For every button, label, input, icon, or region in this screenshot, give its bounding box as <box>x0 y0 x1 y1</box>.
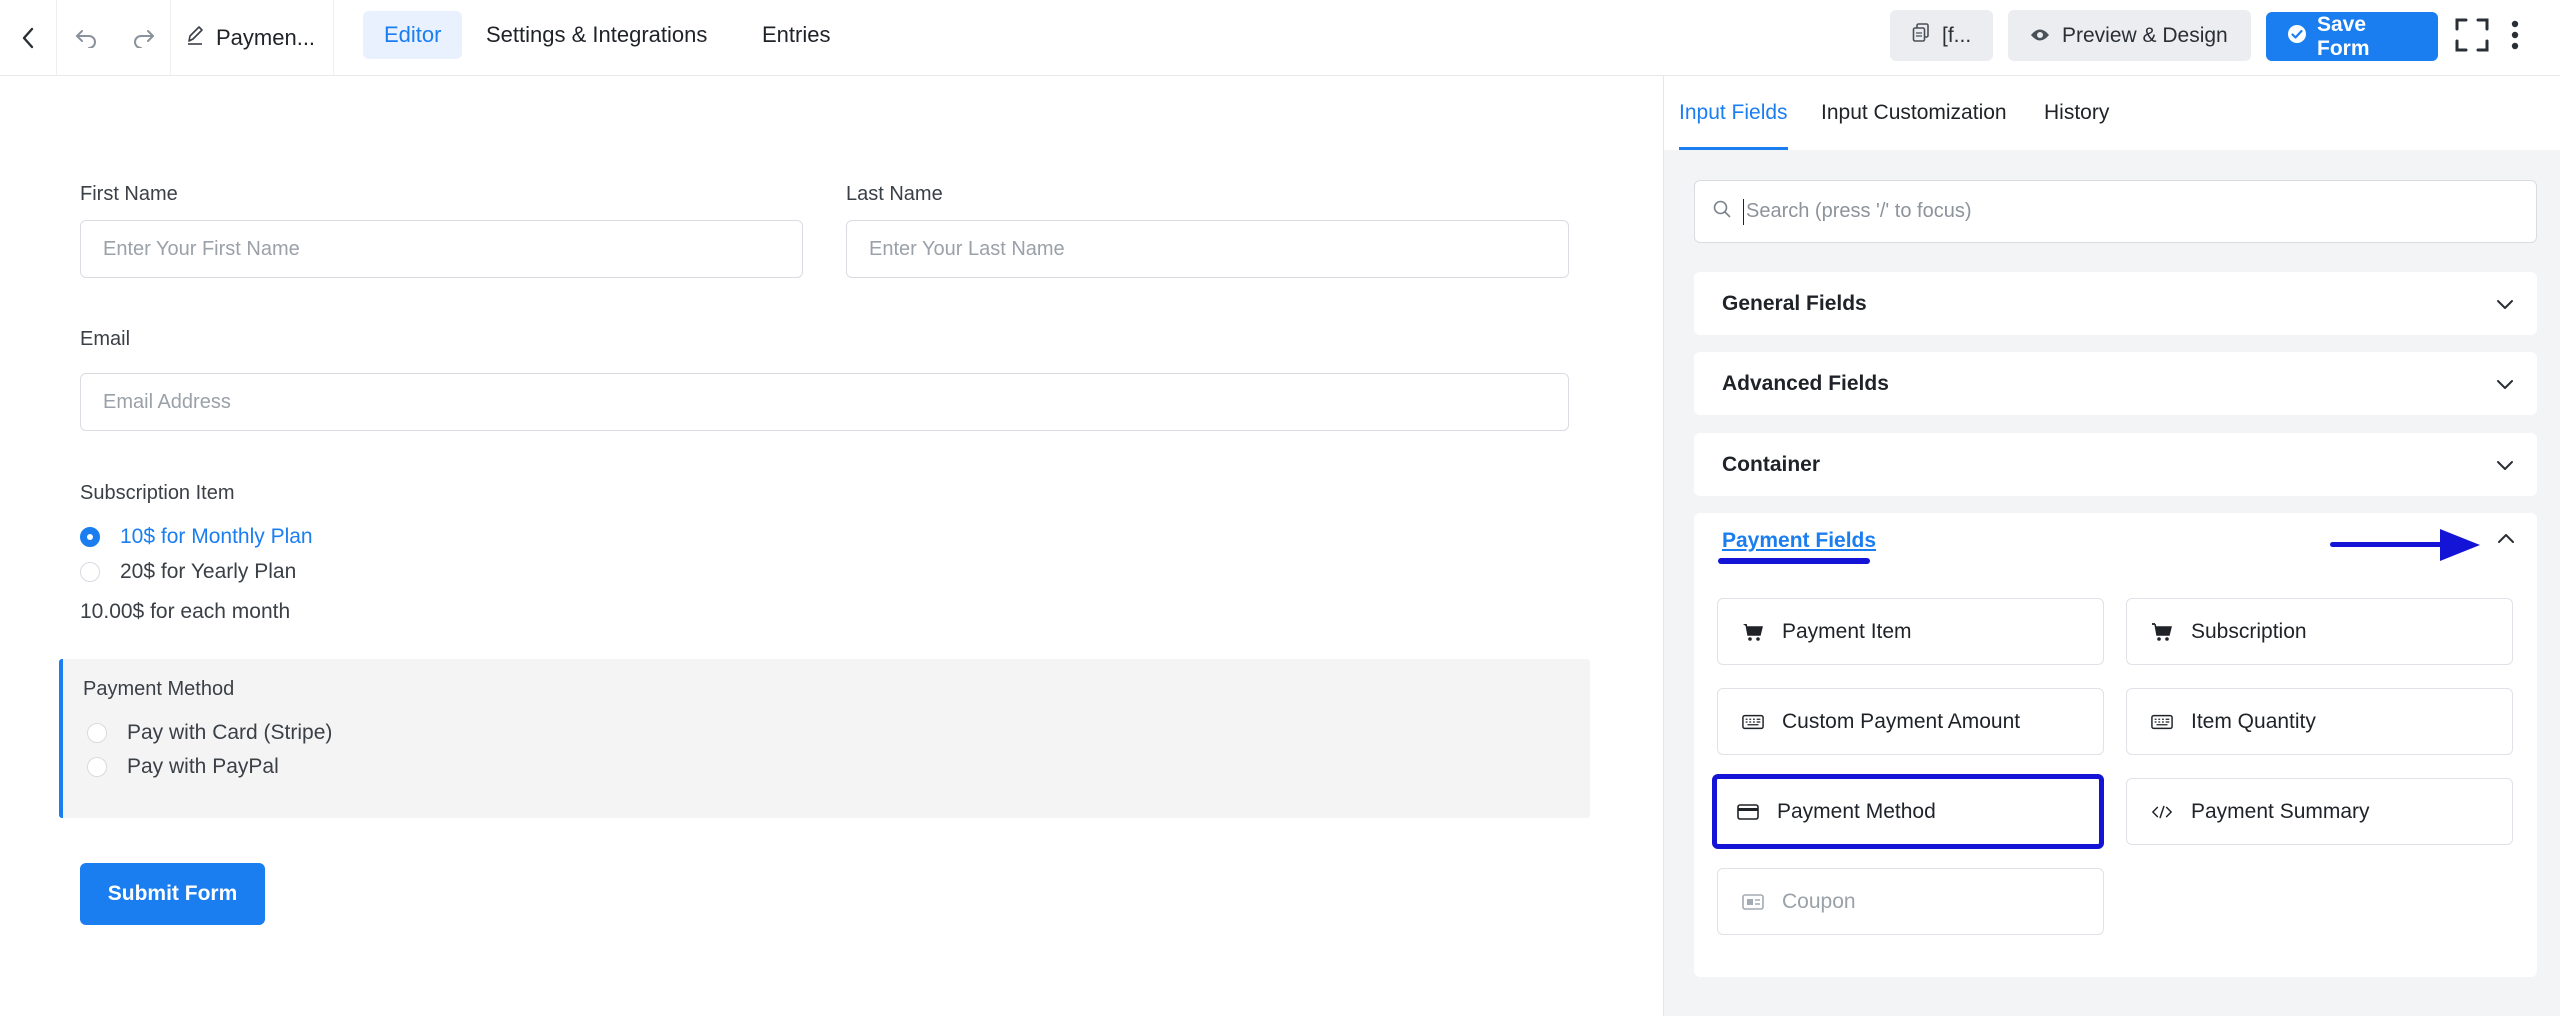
annotation-underline <box>1718 558 1870 564</box>
save-label: Save Form <box>2317 12 2370 60</box>
divider <box>170 0 171 75</box>
tab-input-fields[interactable]: Input Fields <box>1679 76 1788 150</box>
field-subscription[interactable]: Subscription <box>2126 598 2513 665</box>
more-options-button[interactable] <box>2500 0 2530 75</box>
eye-icon <box>2030 24 2050 48</box>
tab-editor[interactable]: Editor <box>363 11 463 59</box>
email-label: Email <box>80 328 131 350</box>
chevron-down-icon <box>2496 292 2514 316</box>
subscription-option-yearly[interactable]: 20$ for Yearly Plan <box>80 560 296 584</box>
chevron-down-icon <box>2496 372 2514 396</box>
search-icon <box>1713 200 1731 224</box>
tab-entries[interactable]: Entries <box>741 11 851 59</box>
submit-form-button[interactable]: Submit Form <box>80 863 265 925</box>
option-label: 10$ for Monthly Plan <box>120 525 313 548</box>
panel-tabs: Input Fields Input Customization History <box>1664 76 2560 150</box>
option-label: Pay with Card (Stripe) <box>127 721 333 744</box>
chevron-down-icon <box>2496 453 2514 477</box>
section-label: Advanced Fields <box>1722 371 1889 395</box>
cart-icon <box>1742 621 1764 643</box>
chevron-up-icon[interactable] <box>2497 531 2515 549</box>
save-form-button[interactable]: Save Form <box>2266 12 2438 61</box>
section-label: General Fields <box>1722 291 1867 315</box>
field-payment-method[interactable]: Payment Method <box>1712 774 2104 849</box>
tab-history[interactable]: History <box>2044 76 2109 150</box>
credit-card-icon <box>1737 801 1759 823</box>
section-payment-fields: Payment Fields Payment Item Subscription… <box>1694 513 2537 977</box>
subscription-summary: 10.00$ for each month <box>80 600 291 623</box>
field-coupon[interactable]: Coupon <box>1717 868 2104 935</box>
copy-icon <box>1912 22 1930 49</box>
shortcode-label: [f... <box>1942 23 1972 47</box>
form-title[interactable]: Paymen... <box>186 0 315 75</box>
field-custom-payment-amount[interactable]: Custom Payment Amount <box>1717 688 2104 755</box>
field-label: Item Quantity <box>2191 709 2316 733</box>
annotation-arrow-shaft <box>2330 542 2448 547</box>
divider <box>56 0 57 75</box>
top-bar: Paymen... Editor Settings & Integrations… <box>0 0 2560 76</box>
field-label: Coupon <box>1782 889 1856 913</box>
payment-method-label: Payment Method <box>83 678 235 700</box>
check-circle-icon <box>2287 24 2307 50</box>
payment-option-stripe[interactable]: Pay with Card (Stripe) <box>87 721 332 745</box>
chevron-left-icon <box>21 27 35 49</box>
fields-panel: Input Fields Input Customization History… <box>1663 76 2560 1016</box>
field-label: Subscription <box>2191 619 2307 643</box>
payment-option-paypal[interactable]: Pay with PayPal <box>87 755 279 779</box>
redo-button[interactable] <box>120 0 168 75</box>
more-vertical-icon <box>2511 20 2519 55</box>
option-label: 20$ for Yearly Plan <box>120 560 297 583</box>
radio-unselected[interactable] <box>87 757 107 777</box>
cart-icon <box>2151 621 2173 643</box>
radio-unselected[interactable] <box>87 723 107 743</box>
field-search-input[interactable]: Search (press '/' to focus) <box>1694 180 2537 243</box>
fullscreen-button[interactable] <box>2452 0 2492 75</box>
keyboard-icon <box>2151 711 2173 733</box>
search-placeholder: Search (press '/' to focus) <box>1746 200 1972 222</box>
subscription-option-monthly[interactable]: 10$ for Monthly Plan <box>80 525 313 549</box>
first-name-label: First Name <box>80 183 178 205</box>
code-icon <box>2151 801 2173 823</box>
tab-settings-integrations[interactable]: Settings & Integrations <box>465 11 728 59</box>
field-label: Custom Payment Amount <box>1782 709 2021 733</box>
field-item-quantity[interactable]: Item Quantity <box>2126 688 2513 755</box>
redo-icon <box>132 28 156 48</box>
email-input[interactable]: Email Address <box>80 373 1569 431</box>
field-label: Payment Item <box>1782 619 1912 643</box>
edit-pencil-icon <box>186 25 204 51</box>
field-payment-item[interactable]: Payment Item <box>1717 598 2104 665</box>
fullscreen-icon <box>2455 18 2489 57</box>
preview-label: Preview & Design <box>2062 23 2228 47</box>
section-advanced-fields[interactable]: Advanced Fields <box>1694 352 2537 415</box>
section-container[interactable]: Container <box>1694 433 2537 496</box>
first-name-input[interactable]: Enter Your First Name <box>80 220 803 278</box>
option-label: Pay with PayPal <box>127 755 279 778</box>
section-general-fields[interactable]: General Fields <box>1694 272 2537 335</box>
last-name-label: Last Name <box>846 183 943 205</box>
preview-design-button[interactable]: Preview & Design <box>2008 10 2251 61</box>
coupon-icon <box>1742 891 1764 913</box>
field-label: Payment Method <box>1777 799 1936 823</box>
form-title-text: Paymen... <box>216 24 316 50</box>
field-label: Payment Summary <box>2191 799 2370 823</box>
radio-selected[interactable] <box>80 527 100 547</box>
last-name-input[interactable]: Enter Your Last Name <box>846 220 1569 278</box>
annotation-arrow-icon <box>2440 529 2480 561</box>
subscription-item-label: Subscription Item <box>80 482 235 504</box>
divider <box>333 0 334 75</box>
payment-fields-header[interactable]: Payment Fields <box>1722 529 1876 553</box>
shortcode-button[interactable]: [f... <box>1890 10 1993 61</box>
back-button[interactable] <box>0 0 56 75</box>
radio-unselected[interactable] <box>80 562 100 582</box>
keyboard-icon <box>1742 711 1764 733</box>
undo-button[interactable] <box>62 0 110 75</box>
tab-input-customization[interactable]: Input Customization <box>1821 76 2007 150</box>
payment-method-field-selected[interactable]: Payment Method Pay with Card (Stripe) Pa… <box>59 659 1590 818</box>
undo-icon <box>74 28 98 48</box>
text-caret <box>1743 198 1744 225</box>
field-payment-summary[interactable]: Payment Summary <box>2126 778 2513 845</box>
section-label: Container <box>1722 452 1821 476</box>
